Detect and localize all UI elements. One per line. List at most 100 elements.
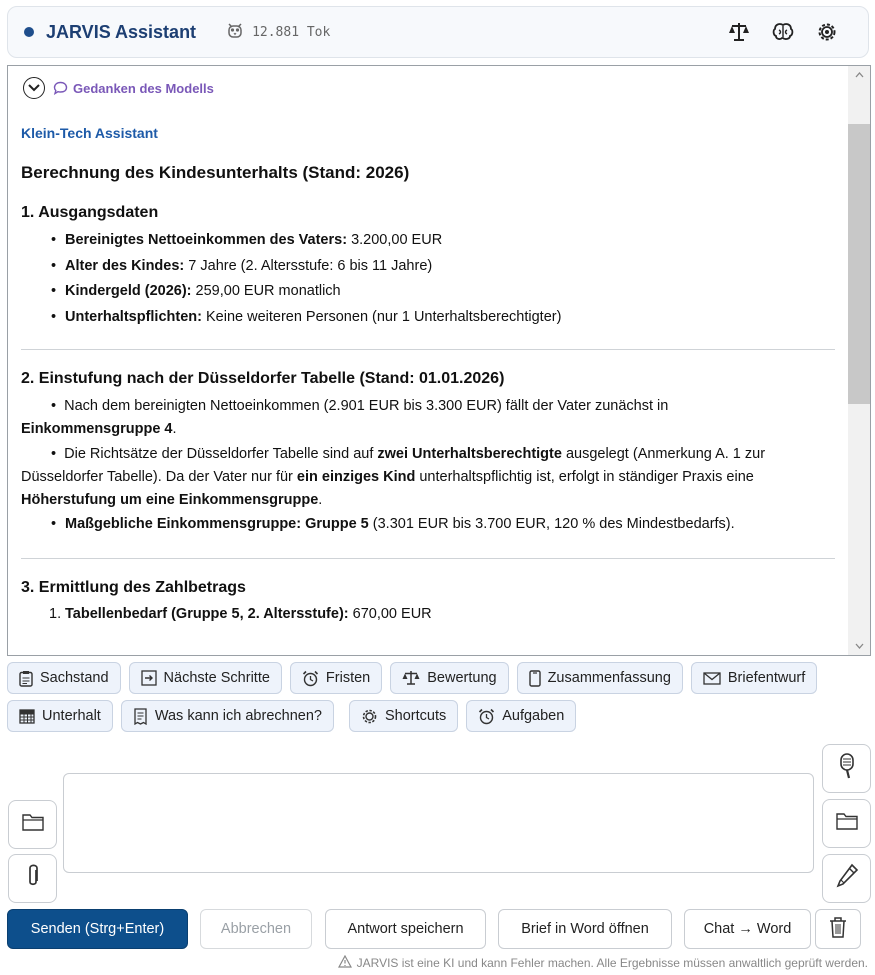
scales-icon[interactable] xyxy=(726,19,752,45)
summary-button[interactable]: Zusammenfassung xyxy=(516,662,683,694)
divider xyxy=(21,557,835,559)
scroll-up-icon[interactable] xyxy=(848,66,870,84)
microphone-button[interactable] xyxy=(822,744,871,793)
quick-actions-row-1: Sachstand Nächste Schritte Fristen Bewer… xyxy=(7,662,869,694)
button-label: Sachstand xyxy=(40,670,109,686)
open-folder-button[interactable] xyxy=(8,800,57,849)
deadlines-button[interactable]: Fristen xyxy=(289,662,383,694)
button-label: Aufgaben xyxy=(502,708,565,724)
delete-button[interactable] xyxy=(815,909,861,949)
send-button[interactable]: Senden (Strg+Enter) xyxy=(7,909,188,949)
scrollbar[interactable] xyxy=(848,66,870,655)
item-label: Kindergeld (2026): xyxy=(65,283,192,299)
income-group-list: Maßgebliche Einkommensgruppe: Gruppe 5 (… xyxy=(21,512,840,538)
alarm-clock-icon xyxy=(302,670,319,687)
owl-icon xyxy=(226,21,244,43)
bold-text: Höherstufung um eine Einkommensgruppe xyxy=(21,492,319,508)
speech-bubble-icon xyxy=(53,81,68,95)
sachstand-button[interactable]: Sachstand xyxy=(7,662,121,694)
item-label: Unterhaltspflichten: xyxy=(65,308,202,325)
pen-icon xyxy=(835,863,859,894)
disclaimer: JARVIS ist eine KI und kann Fehler mache… xyxy=(337,954,868,971)
text: . xyxy=(172,421,177,437)
quick-actions-row-2: Unterhalt Was kann ich abrechnen? Shortc… xyxy=(7,700,869,732)
button-label: Briefentwurf xyxy=(727,670,806,686)
next-steps-button[interactable]: Nächste Schritte xyxy=(128,662,282,694)
gear-icon[interactable] xyxy=(814,19,840,45)
item-label: Tabellenbedarf (Gruppe 5, 2. Altersstufe… xyxy=(65,605,349,622)
button-label: Unterhalt xyxy=(42,708,101,724)
assessment-button[interactable]: Bewertung xyxy=(390,662,509,694)
bold-text: zwei Unterhaltsberechtigte xyxy=(377,446,562,462)
save-answer-button[interactable]: Antwort speichern xyxy=(325,909,486,949)
button-label: Was kann ich abrechnen? xyxy=(154,708,322,724)
clipboard-icon xyxy=(19,670,33,687)
paragraph: • Nach dem bereinigten Nettoeinkommen (2… xyxy=(21,398,669,437)
arrow-right-box-icon xyxy=(140,670,157,686)
cancel-button[interactable]: Abbrechen xyxy=(200,909,312,949)
chat-panel: Gedanken des Modells Klein-Tech Assistan… xyxy=(7,65,871,656)
maintenance-button[interactable]: Unterhalt xyxy=(7,700,113,732)
scroll-thumb[interactable] xyxy=(848,124,870,404)
brain-icon[interactable] xyxy=(770,19,796,45)
envelope-icon xyxy=(703,671,721,685)
list-item: 1. Tabellenbedarf (Gruppe 5, 2. Altersstu… xyxy=(21,602,840,626)
input-data-list: Bereinigtes Nettoeinkommen des Vaters: 3… xyxy=(21,228,840,330)
section-heading: 3. Ermittlung des Zahlbetrags xyxy=(21,578,246,596)
item-label: Bereinigtes Nettoeinkommen des Vaters: xyxy=(65,232,348,248)
attach-button[interactable] xyxy=(8,854,57,903)
chat-to-word-button[interactable]: Chat → Word xyxy=(684,909,811,949)
pen-button[interactable] xyxy=(822,854,871,903)
item-value: 3.200,00 EUR xyxy=(351,232,443,248)
text: unterhaltspflichtig ist, erfolgt in stän… xyxy=(415,469,754,485)
paragraph: • Die Richtsätze der Düsseldorfer Tabell… xyxy=(21,446,766,508)
text: Nach dem bereinigten Nettoeinkommen (2.9… xyxy=(64,398,669,414)
folder-icon xyxy=(21,813,44,836)
calculator-icon xyxy=(19,708,35,724)
section-heading: 2. Einstufung nach der Düsseldorfer Tabe… xyxy=(21,370,505,387)
item-value: 259,00 EUR monatlich xyxy=(195,283,341,299)
status-dot xyxy=(24,27,34,37)
divider xyxy=(21,349,835,350)
button-label: Bewertung xyxy=(427,670,497,686)
chevron-down-icon[interactable] xyxy=(23,77,45,99)
bold-text: Einkommensgruppe 4 xyxy=(21,421,173,437)
item-label: Maßgebliche Einkommensgruppe: Gruppe 5 xyxy=(65,516,369,532)
warning-icon xyxy=(337,954,352,971)
message-input[interactable] xyxy=(63,773,814,873)
disclaimer-text: JARVIS ist eine KI und kann Fehler mache… xyxy=(356,956,868,970)
gear-icon xyxy=(361,708,378,725)
item-value: 7 Jahre (2. Altersstufe: 6 bis 11 Jahre) xyxy=(188,257,433,274)
app-title: JARVIS Assistant xyxy=(46,21,197,42)
trash-icon xyxy=(828,916,848,942)
scroll-down-icon[interactable] xyxy=(848,637,870,655)
shortcuts-button[interactable]: Shortcuts xyxy=(348,700,459,732)
chat-content: Gedanken des Modells Klein-Tech Assistan… xyxy=(8,66,848,655)
list-item: Bereinigtes Nettoeinkommen des Vaters: 3… xyxy=(21,228,840,254)
alarm-clock-icon xyxy=(478,708,495,725)
thoughts-text: Gedanken des Modells xyxy=(73,80,214,96)
thoughts-label[interactable]: Gedanken des Modells xyxy=(53,81,214,96)
folder-icon xyxy=(835,812,858,835)
button-label: Shortcuts xyxy=(384,708,447,724)
app-header: JARVIS Assistant 12.881 Tok xyxy=(7,6,869,58)
folder-button[interactable] xyxy=(822,799,871,848)
list-item: Unterhaltspflichten: Keine weiteren Pers… xyxy=(21,305,840,331)
letter-draft-button[interactable]: Briefentwurf xyxy=(690,662,818,694)
item-value: (3.301 EUR bis 3.700 EUR, 120 % des Mind… xyxy=(368,516,735,532)
calculation-list: 1. Tabellenbedarf (Gruppe 5, 2. Altersstu… xyxy=(21,602,840,626)
button-label: Fristen xyxy=(325,670,371,686)
tasks-button[interactable]: Aufgaben xyxy=(466,700,577,732)
microphone-icon xyxy=(836,752,858,785)
tablet-icon xyxy=(528,669,541,687)
thoughts-toggle[interactable]: Gedanken des Modells xyxy=(21,77,840,99)
text: Die Richtsätze der Düsseldorfer Tabelle … xyxy=(64,446,378,462)
token-count: 12.881 Tok xyxy=(252,24,331,40)
list-item: Maßgebliche Einkommensgruppe: Gruppe 5 (… xyxy=(21,512,840,538)
list-item: Alter des Kindes: 7 Jahre (2. Altersstuf… xyxy=(21,254,840,280)
bold-text: ein einziges Kind xyxy=(296,469,416,485)
item-label: Alter des Kindes: xyxy=(65,257,185,274)
billing-button[interactable]: Was kann ich abrechnen? xyxy=(120,700,334,732)
open-letter-word-button[interactable]: Brief in Word öffnen xyxy=(498,909,672,949)
assistant-name: Klein-Tech Assistant xyxy=(21,125,158,141)
